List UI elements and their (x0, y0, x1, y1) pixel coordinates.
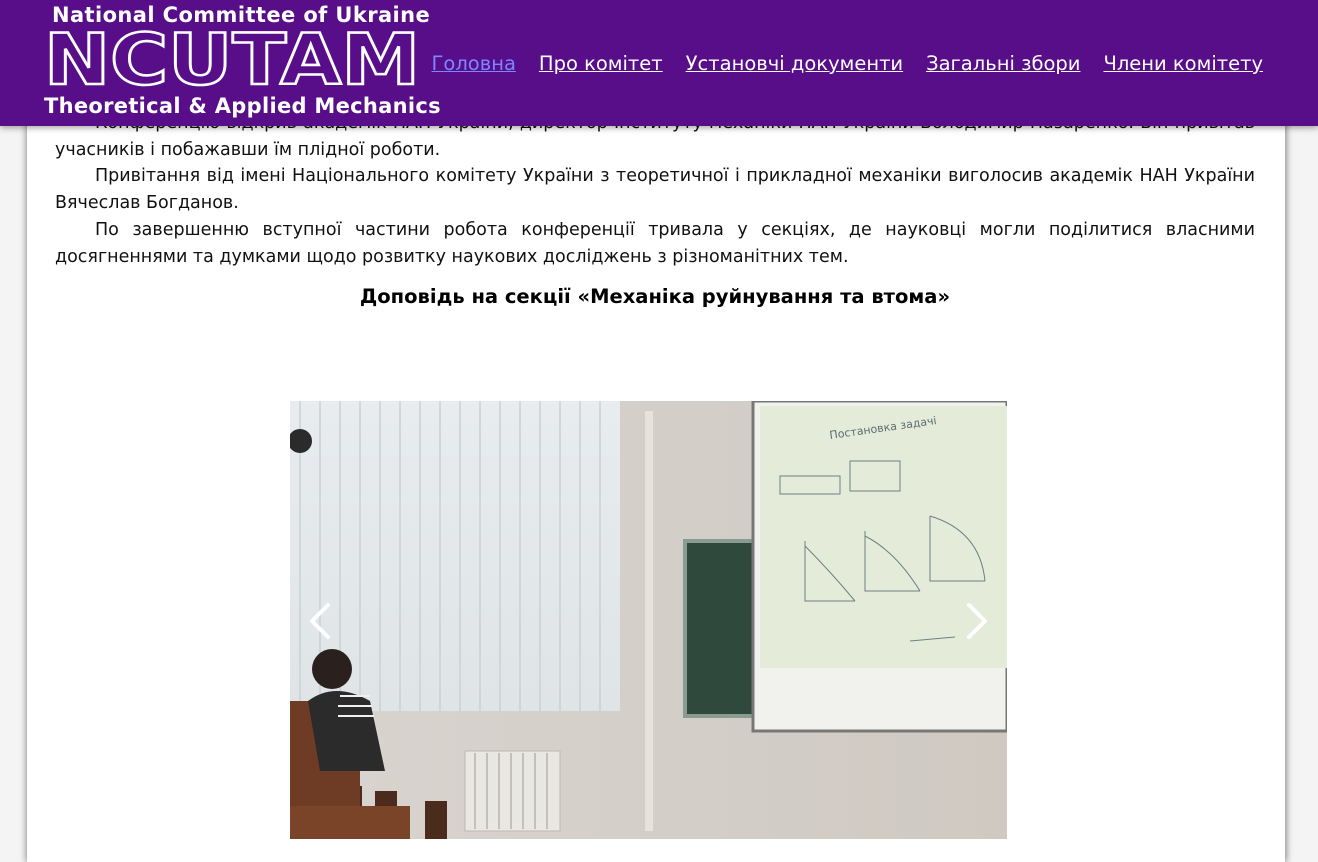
chevron-left-icon (310, 603, 330, 639)
nav-link-general-meeting[interactable]: Загальні збори (926, 52, 1080, 75)
section-title: Доповідь на секції «Механіка руйнування … (359, 285, 951, 308)
site-header: National Committee of Ukraine NCUTAM The… (0, 0, 1318, 126)
nav-link-members[interactable]: Члени комітету (1103, 52, 1263, 75)
article-paragraph: По завершенню вступної частини робота ко… (55, 220, 1255, 267)
logo-bottom-line: Theoretical & Applied Mechanics (44, 94, 441, 118)
logo-acronym: NCUTAM (43, 24, 422, 96)
carousel-prev-button[interactable] (290, 591, 350, 651)
carousel-next-button[interactable] (947, 591, 1007, 651)
photo-carousel[interactable]: Постановка задачі (290, 401, 1007, 839)
nav-link-about[interactable]: Про комітет (539, 52, 663, 75)
nav-link-home[interactable]: Головна (432, 52, 516, 75)
chevron-right-icon (967, 603, 987, 639)
article-paragraph: Привітання від імені Національного коміт… (55, 166, 1255, 213)
logo-acronym-text: NCUTAM (44, 24, 420, 96)
main-nav: Головна Про комітет Установчі документи … (432, 52, 1264, 75)
nav-link-documents[interactable]: Установчі документи (686, 52, 903, 75)
slide-photo: Постановка задачі (290, 401, 1007, 839)
site-logo[interactable]: National Committee of Ukraine NCUTAM The… (40, 0, 441, 126)
